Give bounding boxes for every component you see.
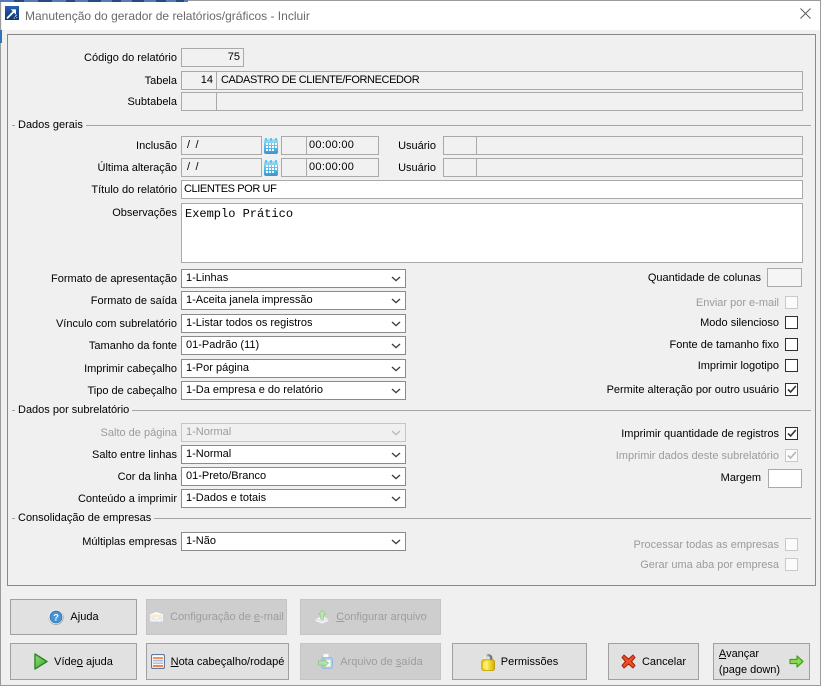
svg-text:?: ? <box>54 612 60 623</box>
